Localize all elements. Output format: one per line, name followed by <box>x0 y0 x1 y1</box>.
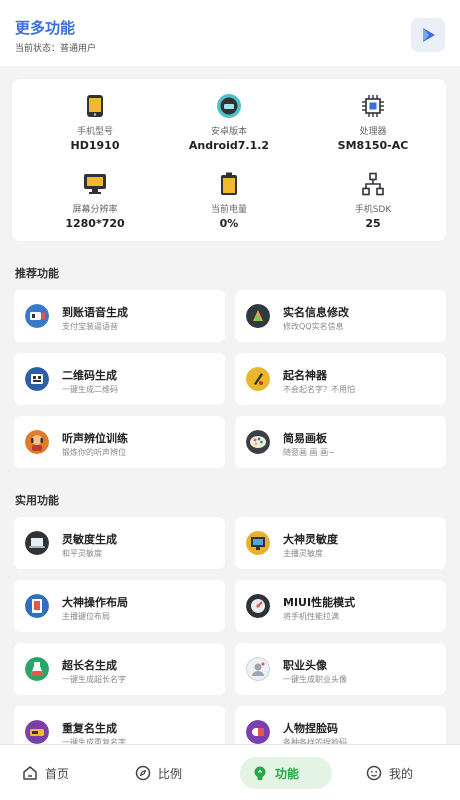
battery-level: 当前电量 0% <box>159 171 299 230</box>
battery-icon <box>216 171 242 197</box>
section-title-practical: 实用功能 <box>15 494 59 507</box>
android-version: 安卓版本 Android7.1.2 <box>159 93 299 152</box>
play-button[interactable] <box>411 18 445 52</box>
feature-card-naming[interactable]: 起名神器 不会起名字？不用怕 <box>235 353 446 405</box>
screen-resolution: 屏幕分辨率 1280*720 <box>25 171 165 230</box>
feature-card-layout[interactable]: 大神操作布局 主播键位布局 <box>14 580 225 632</box>
bottom-nav: 首页 比例 功能 我的 <box>0 744 460 800</box>
home-icon <box>23 766 37 780</box>
longname-icon <box>25 657 49 681</box>
sdk-icon <box>360 171 386 197</box>
layout-icon <box>25 594 49 618</box>
section-title-recommended: 推荐功能 <box>15 267 59 280</box>
repeat-icon <box>25 720 49 744</box>
phone-sdk: 手机SDK 25 <box>303 171 443 230</box>
feature-card-miui[interactable]: MIUI性能模式 将手机性能拉满 <box>235 580 446 632</box>
qrcode-icon <box>25 367 49 391</box>
feature-card-sensitivity[interactable]: 灵敏度生成 和平灵敏度 <box>14 517 225 569</box>
top-bar: 更多功能 当前状态：普通用户 <box>0 0 460 66</box>
listen-icon <box>25 430 49 454</box>
screen-icon <box>246 531 270 555</box>
device-info-card: 手机型号 HD1910 安卓版本 Android7.1.2 处理器 SM8150… <box>12 79 446 241</box>
device-model: 手机型号 HD1910 <box>25 93 165 152</box>
page-title: 更多功能 <box>15 19 76 37</box>
android-icon <box>216 93 242 119</box>
nav-item-home[interactable]: 首页 <box>22 761 69 785</box>
feature-card-longname[interactable]: 超长名生成 一键生成超长名字 <box>14 643 225 695</box>
name-icon <box>246 367 270 391</box>
palette-icon <box>246 430 270 454</box>
smile-icon <box>366 765 382 781</box>
performance-icon <box>246 594 270 618</box>
feature-card-drawing[interactable]: 简易画板 随意画 画 画~ <box>235 416 446 468</box>
monitor-icon <box>82 171 108 197</box>
laptop-icon <box>25 531 49 555</box>
nav-item-features[interactable]: 功能 <box>252 761 299 785</box>
user-status: 当前状态：普通用户 <box>15 44 97 54</box>
nav-item-mine[interactable]: 我的 <box>366 761 413 785</box>
avatar-icon <box>246 657 270 681</box>
voice-icon <box>25 304 49 328</box>
nav-item-ratio[interactable]: 比例 <box>135 761 182 785</box>
compass-icon <box>135 765 151 781</box>
phone-icon <box>82 93 108 119</box>
id-icon <box>246 304 270 328</box>
play-icon <box>423 28 435 42</box>
feature-card-voice[interactable]: 到账语音生成 支付宝装逼语音 <box>14 290 225 342</box>
cpu-icon <box>360 93 386 119</box>
feature-card-realname[interactable]: 实名信息修改 修改QQ实名信息 <box>235 290 446 342</box>
feature-card-qrcode[interactable]: 二维码生成 一键生成二维码 <box>14 353 225 405</box>
feature-card-avatar[interactable]: 职业头像 一键生成职业头像 <box>235 643 446 695</box>
face-icon <box>246 720 270 744</box>
feature-card-pro-sensitivity[interactable]: 大神灵敏度 主播灵敏度 <box>235 517 446 569</box>
bulb-icon <box>254 766 266 780</box>
processor: 处理器 SM8150-AC <box>303 93 443 152</box>
feature-card-listen[interactable]: 听声辨位训练 锻炼你的听声辨位 <box>14 416 225 468</box>
